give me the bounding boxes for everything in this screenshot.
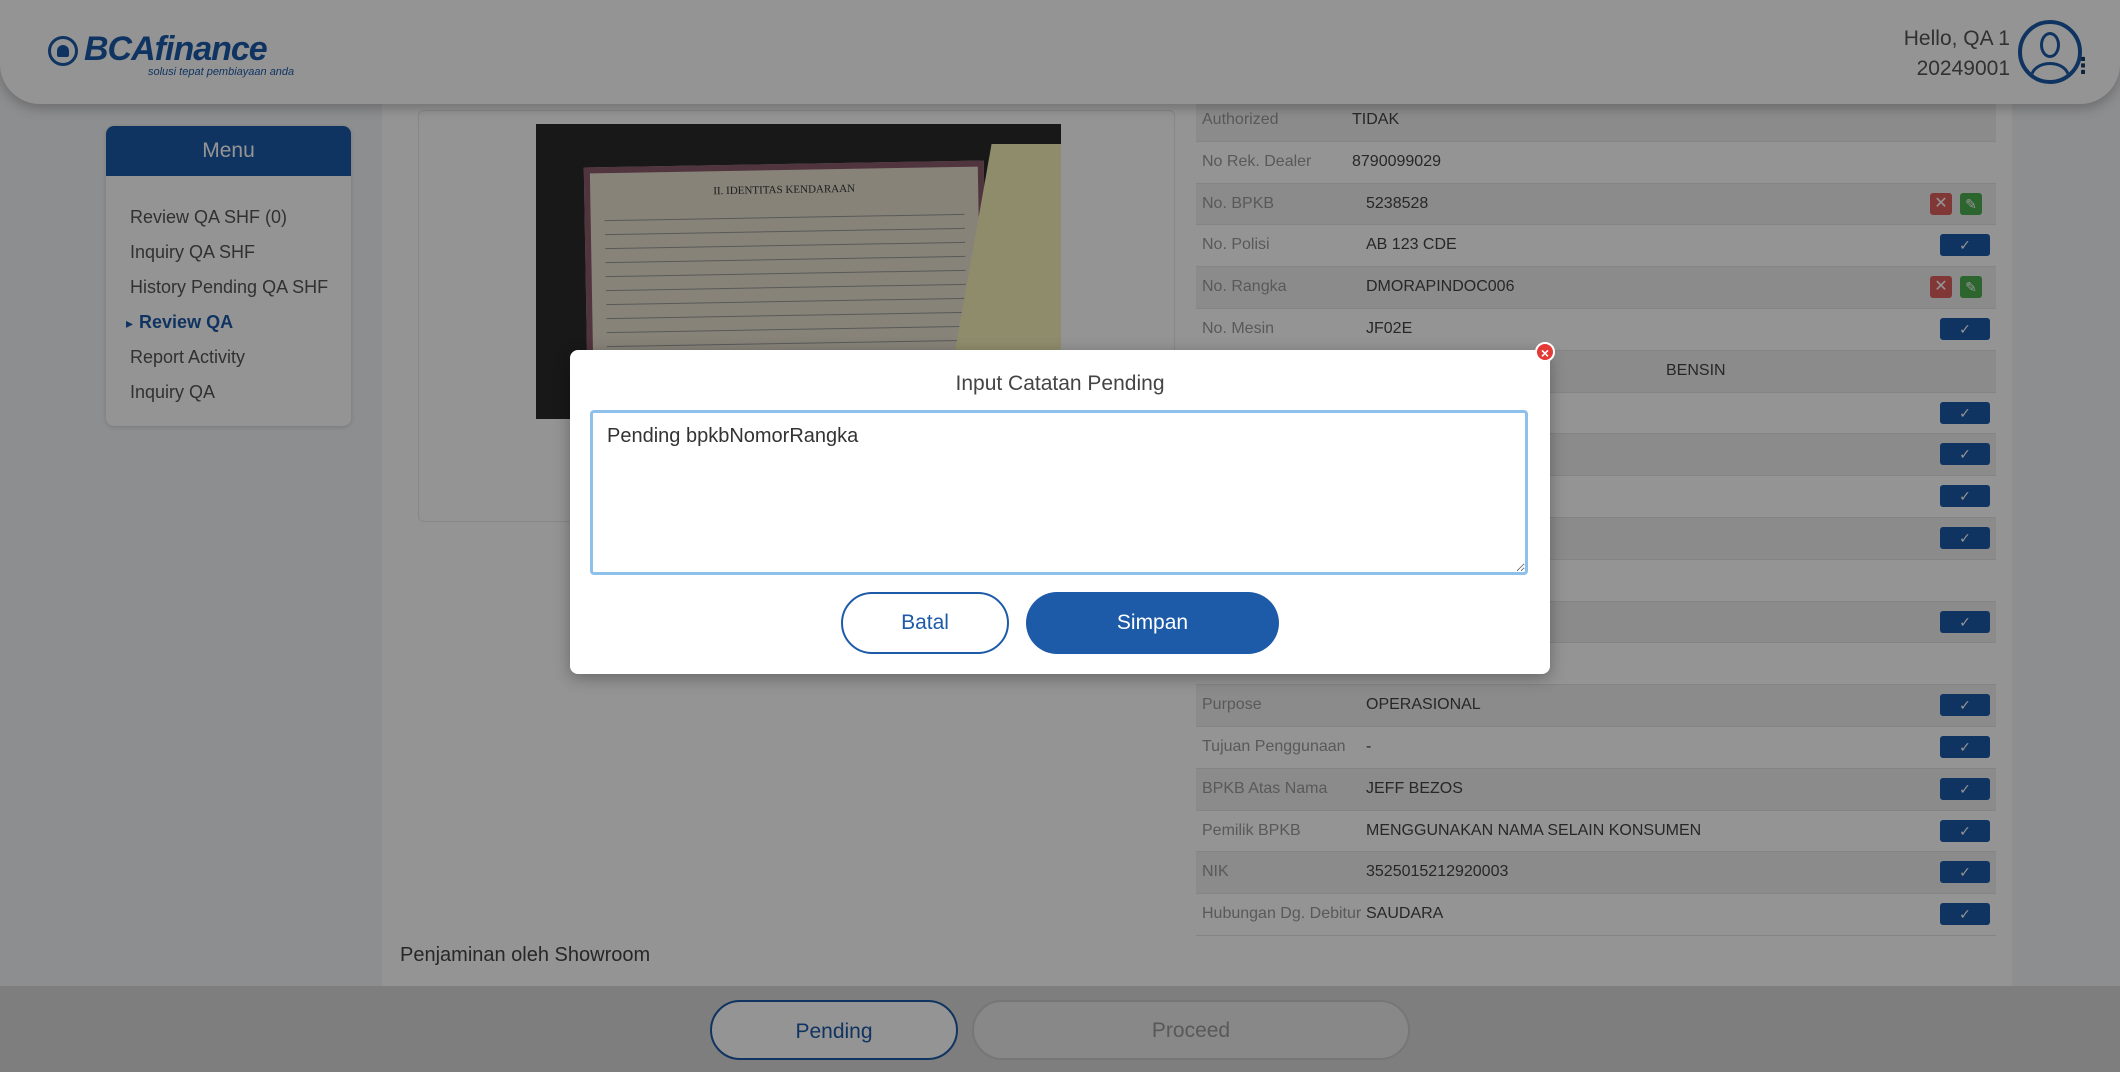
close-icon[interactable]: × [1535, 342, 1555, 362]
pending-note-modal: Input Catatan Pending Pending bpkbNomorR… [570, 350, 1550, 674]
cancel-button[interactable]: Batal [841, 592, 1009, 654]
save-button[interactable]: Simpan [1026, 592, 1279, 654]
modal-title: Input Catatan Pending [955, 372, 1165, 395]
pending-note-textarea[interactable]: Pending bpkbNomorRangka [590, 410, 1528, 575]
